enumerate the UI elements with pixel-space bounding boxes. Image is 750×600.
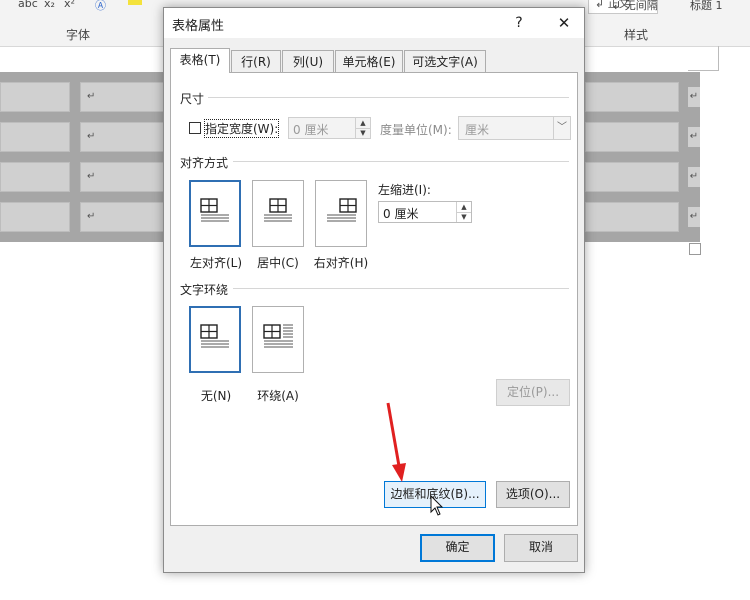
specify-width-label[interactable]: 指定宽度(W): bbox=[203, 119, 280, 138]
unit-label: 度量单位(M): bbox=[380, 123, 452, 137]
wrap-around-icon bbox=[263, 324, 293, 348]
styles-group-label: 样式 bbox=[624, 28, 649, 42]
align-right-option[interactable] bbox=[315, 180, 367, 247]
tab-cell[interactable]: 单元格(E) bbox=[335, 50, 403, 72]
row-end-mark: ↵ bbox=[688, 87, 700, 107]
row-end-mark: ↵ bbox=[688, 167, 700, 187]
left-indent-spinner[interactable]: 0 厘米 ▲ ▼ bbox=[378, 201, 472, 223]
style-heading1[interactable]: 标题 1 bbox=[690, 0, 723, 13]
table-properties-dialog: 表格属性 ? ✕ 表格(T) 行(R) 列(U) 单元格(E) 可选文字(A) … bbox=[163, 7, 585, 573]
dialog-titlebar[interactable]: 表格属性 ? ✕ bbox=[164, 8, 584, 38]
table-cell[interactable]: ↵ bbox=[80, 122, 168, 152]
spinner-arrows: ▲ ▼ bbox=[456, 202, 471, 222]
table-cell[interactable]: ↵ bbox=[80, 202, 168, 232]
cell-end-mark: ↵ bbox=[87, 171, 96, 182]
spinner-arrows: ▲ ▼ bbox=[355, 118, 370, 138]
ruler-line bbox=[688, 70, 718, 71]
close-button[interactable]: ✕ bbox=[546, 8, 582, 38]
align-center-option[interactable] bbox=[252, 180, 304, 247]
wrap-around-label[interactable]: 环绕(A) bbox=[249, 387, 307, 404]
tab-row[interactable]: 行(R) bbox=[231, 50, 281, 72]
style-no-spacing[interactable]: ↲ 无间隔 bbox=[612, 0, 658, 13]
wrapping-section-title: 文字环绕 bbox=[180, 281, 233, 298]
table-cell[interactable] bbox=[585, 202, 679, 232]
align-right-label[interactable]: 右对齐(H) bbox=[310, 254, 372, 271]
width-value: 0 厘米 bbox=[293, 123, 329, 137]
width-spinner[interactable]: 0 厘米 ▲ ▼ bbox=[288, 117, 371, 139]
mouse-cursor-icon bbox=[430, 495, 444, 516]
wrap-around-option[interactable] bbox=[252, 306, 304, 373]
table-cell[interactable] bbox=[585, 82, 679, 112]
font-group-label: 字体 bbox=[66, 28, 91, 42]
left-indent-label: 左缩进(I): bbox=[378, 183, 431, 197]
align-right-icon bbox=[327, 198, 357, 222]
align-left-option[interactable] bbox=[189, 180, 241, 247]
strikethrough-button[interactable]: abc bbox=[18, 0, 38, 10]
table-tab-panel: 尺寸 指定宽度(W): 0 厘米 ▲ ▼ 度量单位(M): 厘米 ﹀ 对齐方式 bbox=[170, 72, 578, 526]
table-cell[interactable] bbox=[0, 82, 70, 112]
dialog-title: 表格属性 bbox=[172, 19, 225, 34]
align-left-label[interactable]: 左对齐(L) bbox=[185, 254, 247, 271]
unit-value: 厘米 bbox=[465, 123, 490, 137]
options-button[interactable]: 选项(O)... bbox=[496, 481, 570, 508]
superscript-button[interactable]: x² bbox=[64, 0, 75, 10]
align-center-label[interactable]: 居中(C) bbox=[249, 254, 307, 271]
section-divider bbox=[233, 288, 569, 289]
table-cell[interactable] bbox=[0, 122, 70, 152]
specify-width-checkbox[interactable] bbox=[189, 122, 201, 134]
text-effects-icon[interactable]: Ⓐ bbox=[95, 0, 106, 13]
table-resize-handle[interactable] bbox=[689, 243, 701, 255]
cell-end-mark: ↵ bbox=[87, 131, 96, 142]
cancel-button[interactable]: 取消 bbox=[504, 534, 578, 562]
wrap-none-label[interactable]: 无(N) bbox=[185, 387, 247, 404]
alignment-section-title: 对齐方式 bbox=[180, 154, 233, 171]
table-cell[interactable] bbox=[0, 202, 70, 232]
positioning-button[interactable]: 定位(P)... bbox=[496, 379, 570, 406]
chevron-down-icon[interactable]: ﹀ bbox=[553, 117, 570, 139]
table-cell[interactable] bbox=[0, 162, 70, 192]
section-divider bbox=[207, 97, 569, 98]
table-cell[interactable] bbox=[585, 122, 679, 152]
row-end-mark: ↵ bbox=[688, 207, 700, 227]
spin-down-icon[interactable]: ▼ bbox=[356, 128, 370, 138]
cell-end-mark: ↵ bbox=[87, 211, 96, 222]
table-cell[interactable] bbox=[585, 162, 679, 192]
wrap-none-icon bbox=[200, 324, 229, 348]
tab-alt-text[interactable]: 可选文字(A) bbox=[404, 50, 486, 72]
table-cell[interactable]: ↵ bbox=[80, 82, 168, 112]
highlight-icon[interactable] bbox=[128, 0, 142, 5]
align-center-icon bbox=[264, 198, 292, 222]
help-button[interactable]: ? bbox=[504, 8, 534, 38]
wrap-none-option[interactable] bbox=[189, 306, 241, 373]
tab-column[interactable]: 列(U) bbox=[282, 50, 334, 72]
tab-table[interactable]: 表格(T) bbox=[170, 48, 230, 73]
align-left-icon bbox=[200, 198, 229, 222]
left-indent-value: 0 厘米 bbox=[383, 207, 419, 221]
ok-button[interactable]: 确定 bbox=[420, 534, 495, 562]
subscript-button[interactable]: x₂ bbox=[44, 0, 55, 10]
section-divider bbox=[233, 161, 569, 162]
table-cell[interactable]: ↵ bbox=[80, 162, 168, 192]
size-section-title: 尺寸 bbox=[180, 90, 209, 107]
cell-end-mark: ↵ bbox=[87, 91, 96, 102]
ruler-line bbox=[718, 46, 719, 71]
unit-select[interactable]: 厘米 ﹀ bbox=[458, 116, 571, 140]
spin-down-icon[interactable]: ▼ bbox=[457, 212, 471, 222]
row-end-mark: ↵ bbox=[688, 127, 700, 147]
